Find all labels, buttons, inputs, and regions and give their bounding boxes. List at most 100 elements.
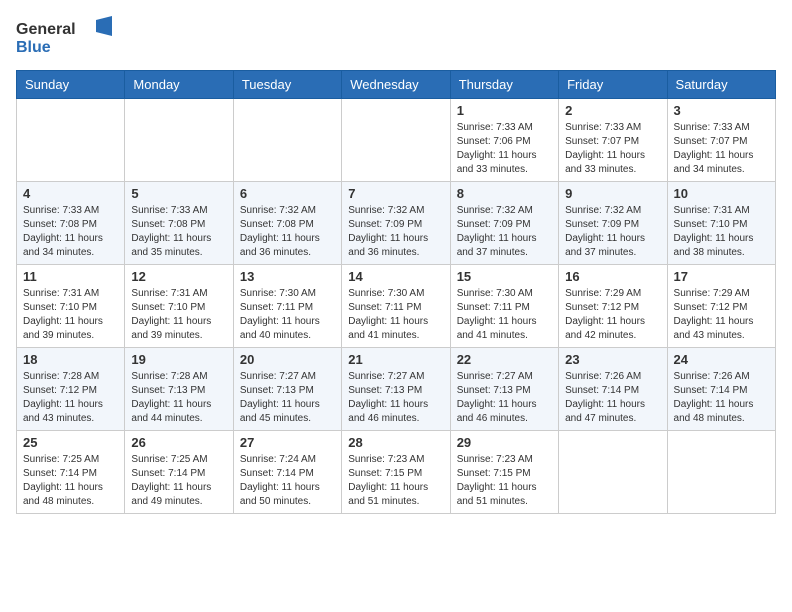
calendar-cell: [667, 431, 775, 514]
day-info: Sunrise: 7:29 AM Sunset: 7:12 PM Dayligh…: [674, 287, 769, 343]
calendar-cell: 4 Sunrise: 7:33 AM Sunset: 7:08 PM Daylig…: [17, 182, 125, 265]
calendar-cell: 2 Sunrise: 7:33 AM Sunset: 7:07 PM Daylig…: [559, 99, 667, 182]
calendar-cell: 13Sunrise: 7:30 AM Sunset: 7:11 PM Dayli…: [233, 265, 341, 348]
day-number: 20: [240, 352, 335, 367]
calendar-week-2: 4 Sunrise: 7:33 AM Sunset: 7:08 PM Daylig…: [17, 182, 776, 265]
day-info: Sunrise: 7:23 AM Sunset: 7:15 PM Dayligh…: [348, 453, 443, 509]
calendar-cell: 18Sunrise: 7:28 AM Sunset: 7:12 PM Dayli…: [17, 348, 125, 431]
day-number: 28: [348, 435, 443, 450]
calendar-cell: 8 Sunrise: 7:32 AM Sunset: 7:09 PM Daylig…: [450, 182, 558, 265]
day-info: Sunrise: 7:30 AM Sunset: 7:11 PM Dayligh…: [348, 287, 443, 343]
day-number: 26: [131, 435, 226, 450]
weekday-header-tuesday: Tuesday: [233, 71, 341, 99]
calendar-cell: 1 Sunrise: 7:33 AM Sunset: 7:06 PM Daylig…: [450, 99, 558, 182]
weekday-header-monday: Monday: [125, 71, 233, 99]
calendar-cell: 21 Sunrise: 7:27 AM Sunset: 7:13 PM Dayli…: [342, 348, 450, 431]
day-info: Sunrise: 7:30 AM Sunset: 7:11 PM Dayligh…: [457, 287, 552, 343]
day-number: 25: [23, 435, 118, 450]
day-info: Sunrise: 7:33 AM Sunset: 7:07 PM Dayligh…: [674, 121, 769, 177]
weekday-header-thursday: Thursday: [450, 71, 558, 99]
calendar-table: SundayMondayTuesdayWednesdayThursdayFrid…: [16, 70, 776, 514]
day-number: 24: [674, 352, 769, 367]
calendar-week-3: 11 Sunrise: 7:31 AM Sunset: 7:10 PM Dayli…: [17, 265, 776, 348]
day-info: Sunrise: 7:33 AM Sunset: 7:08 PM Dayligh…: [23, 204, 118, 260]
day-info: Sunrise: 7:27 AM Sunset: 7:13 PM Dayligh…: [457, 370, 552, 426]
calendar-cell: 5 Sunrise: 7:33 AM Sunset: 7:08 PM Daylig…: [125, 182, 233, 265]
weekday-header-wednesday: Wednesday: [342, 71, 450, 99]
day-info: Sunrise: 7:25 AM Sunset: 7:14 PM Dayligh…: [23, 453, 118, 509]
day-number: 17: [674, 269, 769, 284]
day-info: Sunrise: 7:27 AM Sunset: 7:13 PM Dayligh…: [240, 370, 335, 426]
day-number: 18: [23, 352, 118, 367]
day-info: Sunrise: 7:31 AM Sunset: 7:10 PM Dayligh…: [131, 287, 226, 343]
day-number: 10: [674, 186, 769, 201]
day-info: Sunrise: 7:31 AM Sunset: 7:10 PM Dayligh…: [674, 204, 769, 260]
day-info: Sunrise: 7:33 AM Sunset: 7:08 PM Dayligh…: [131, 204, 226, 260]
calendar-cell: 9Sunrise: 7:32 AM Sunset: 7:09 PM Daylig…: [559, 182, 667, 265]
day-number: 11: [23, 269, 118, 284]
day-number: 12: [131, 269, 226, 284]
calendar-cell: 20 Sunrise: 7:27 AM Sunset: 7:13 PM Dayli…: [233, 348, 341, 431]
day-number: 14: [348, 269, 443, 284]
day-info: Sunrise: 7:29 AM Sunset: 7:12 PM Dayligh…: [565, 287, 660, 343]
day-number: 6: [240, 186, 335, 201]
calendar-cell: 3 Sunrise: 7:33 AM Sunset: 7:07 PM Daylig…: [667, 99, 775, 182]
day-info: Sunrise: 7:32 AM Sunset: 7:09 PM Dayligh…: [348, 204, 443, 260]
day-number: 27: [240, 435, 335, 450]
calendar-cell: [233, 99, 341, 182]
day-number: 29: [457, 435, 552, 450]
day-info: Sunrise: 7:33 AM Sunset: 7:07 PM Dayligh…: [565, 121, 660, 177]
calendar-cell: [125, 99, 233, 182]
calendar-cell: [559, 431, 667, 514]
calendar-week-5: 25 Sunrise: 7:25 AM Sunset: 7:14 PM Dayli…: [17, 431, 776, 514]
weekday-header-friday: Friday: [559, 71, 667, 99]
calendar-cell: 24Sunrise: 7:26 AM Sunset: 7:14 PM Dayli…: [667, 348, 775, 431]
day-info: Sunrise: 7:27 AM Sunset: 7:13 PM Dayligh…: [348, 370, 443, 426]
day-number: 23: [565, 352, 660, 367]
day-info: Sunrise: 7:32 AM Sunset: 7:08 PM Dayligh…: [240, 204, 335, 260]
day-number: 9: [565, 186, 660, 201]
day-number: 2: [565, 103, 660, 118]
calendar-cell: 28 Sunrise: 7:23 AM Sunset: 7:15 PM Dayli…: [342, 431, 450, 514]
calendar-cell: 27 Sunrise: 7:24 AM Sunset: 7:14 PM Dayli…: [233, 431, 341, 514]
calendar-cell: 11 Sunrise: 7:31 AM Sunset: 7:10 PM Dayli…: [17, 265, 125, 348]
calendar-cell: 7 Sunrise: 7:32 AM Sunset: 7:09 PM Daylig…: [342, 182, 450, 265]
weekday-header-row: SundayMondayTuesdayWednesdayThursdayFrid…: [17, 71, 776, 99]
svg-text:General: General: [16, 21, 76, 38]
calendar-cell: 26Sunrise: 7:25 AM Sunset: 7:14 PM Dayli…: [125, 431, 233, 514]
calendar-cell: [342, 99, 450, 182]
day-number: 4: [23, 186, 118, 201]
calendar-cell: 25 Sunrise: 7:25 AM Sunset: 7:14 PM Dayli…: [17, 431, 125, 514]
weekday-header-sunday: Sunday: [17, 71, 125, 99]
calendar-cell: 17 Sunrise: 7:29 AM Sunset: 7:12 PM Dayli…: [667, 265, 775, 348]
calendar-cell: 23Sunrise: 7:26 AM Sunset: 7:14 PM Dayli…: [559, 348, 667, 431]
day-info: Sunrise: 7:31 AM Sunset: 7:10 PM Dayligh…: [23, 287, 118, 343]
day-number: 15: [457, 269, 552, 284]
day-number: 8: [457, 186, 552, 201]
header: GeneralBlue: [16, 16, 776, 58]
day-info: Sunrise: 7:32 AM Sunset: 7:09 PM Dayligh…: [457, 204, 552, 260]
calendar-cell: 15 Sunrise: 7:30 AM Sunset: 7:11 PM Dayli…: [450, 265, 558, 348]
calendar-cell: 22Sunrise: 7:27 AM Sunset: 7:13 PM Dayli…: [450, 348, 558, 431]
svg-text:Blue: Blue: [16, 39, 51, 56]
calendar-cell: 14 Sunrise: 7:30 AM Sunset: 7:11 PM Dayli…: [342, 265, 450, 348]
calendar-cell: 16 Sunrise: 7:29 AM Sunset: 7:12 PM Dayli…: [559, 265, 667, 348]
day-number: 19: [131, 352, 226, 367]
day-number: 16: [565, 269, 660, 284]
calendar-week-4: 18Sunrise: 7:28 AM Sunset: 7:12 PM Dayli…: [17, 348, 776, 431]
day-number: 21: [348, 352, 443, 367]
day-info: Sunrise: 7:23 AM Sunset: 7:15 PM Dayligh…: [457, 453, 552, 509]
calendar-cell: 29 Sunrise: 7:23 AM Sunset: 7:15 PM Dayli…: [450, 431, 558, 514]
day-number: 3: [674, 103, 769, 118]
day-number: 1: [457, 103, 552, 118]
day-info: Sunrise: 7:30 AM Sunset: 7:11 PM Dayligh…: [240, 287, 335, 343]
weekday-header-saturday: Saturday: [667, 71, 775, 99]
generalblue-logo-icon: GeneralBlue: [16, 16, 116, 58]
day-number: 5: [131, 186, 226, 201]
calendar-cell: 10 Sunrise: 7:31 AM Sunset: 7:10 PM Dayli…: [667, 182, 775, 265]
day-number: 7: [348, 186, 443, 201]
day-info: Sunrise: 7:33 AM Sunset: 7:06 PM Dayligh…: [457, 121, 552, 177]
calendar-week-1: 1 Sunrise: 7:33 AM Sunset: 7:06 PM Daylig…: [17, 99, 776, 182]
day-info: Sunrise: 7:28 AM Sunset: 7:13 PM Dayligh…: [131, 370, 226, 426]
day-info: Sunrise: 7:24 AM Sunset: 7:14 PM Dayligh…: [240, 453, 335, 509]
